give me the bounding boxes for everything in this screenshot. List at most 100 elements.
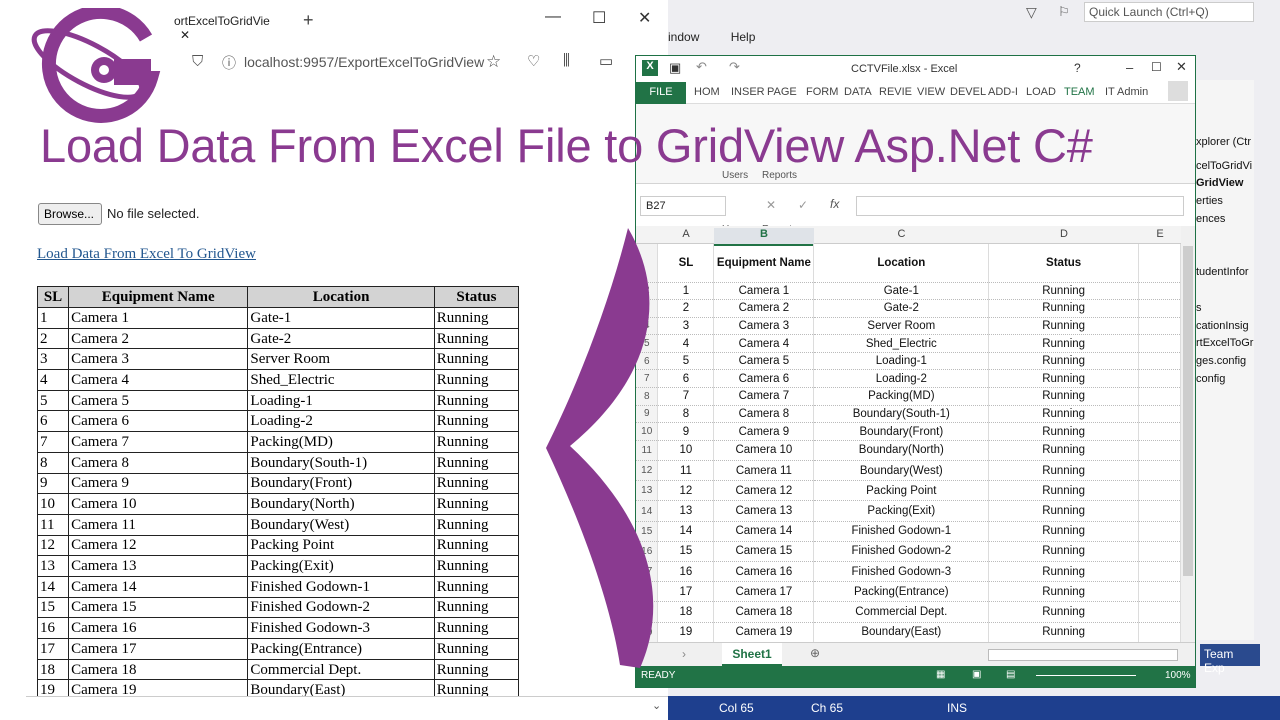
scrollbar-thumb[interactable] — [1183, 246, 1193, 576]
horizontal-scrollbar[interactable] — [988, 649, 1178, 661]
user-name[interactable]: IT Admin — [1105, 86, 1148, 98]
pocket-icon[interactable]: ♡ — [527, 52, 540, 70]
enter-icon[interactable]: ✓ — [798, 198, 808, 212]
worksheet-cell[interactable] — [1138, 480, 1181, 502]
worksheet-cell[interactable] — [1138, 541, 1181, 562]
worksheet-cell[interactable]: Boundary(Front) — [813, 422, 990, 441]
solution-item[interactable]: cationInsig — [1196, 320, 1249, 332]
menu-help[interactable]: Help — [731, 30, 756, 44]
worksheet-cell[interactable]: Running — [988, 480, 1140, 502]
worksheet-cell[interactable]: Camera 2 — [713, 299, 815, 318]
tab-home[interactable]: HOM — [694, 86, 720, 98]
worksheet-cell[interactable] — [1138, 282, 1181, 301]
worksheet-cell[interactable]: Camera 15 — [713, 541, 815, 562]
worksheet-cell[interactable] — [1138, 334, 1181, 353]
worksheet-cell[interactable]: Running — [988, 282, 1140, 301]
solution-explorer-search[interactable]: xplorer (Ctr — [1196, 136, 1251, 148]
worksheet-cell[interactable]: Finished Godown-1 — [813, 521, 990, 542]
sheet-nav-icon[interactable]: › — [682, 647, 686, 661]
worksheet-cell[interactable] — [1138, 500, 1181, 522]
worksheet-cell[interactable]: Running — [988, 500, 1140, 522]
tab-page[interactable]: PAGE — [767, 86, 797, 98]
solution-item[interactable]: config — [1196, 373, 1225, 385]
page-break-icon[interactable]: ▤ — [1006, 669, 1015, 680]
worksheet-cell[interactable]: Shed_Electric — [813, 334, 990, 353]
sheet-tab-sheet1[interactable]: Sheet1 — [722, 643, 782, 666]
solution-item[interactable]: s — [1196, 302, 1202, 314]
worksheet-cell[interactable] — [1138, 601, 1181, 623]
reader-view-icon[interactable]: ▭ — [599, 52, 613, 70]
filter-icon[interactable]: ▽ — [1026, 4, 1037, 21]
worksheet-cell[interactable] — [1138, 405, 1181, 424]
worksheet-cell[interactable]: Camera 13 — [713, 500, 815, 522]
worksheet-cell[interactable]: Boundary(North) — [813, 440, 990, 462]
insert-function-icon[interactable]: fx — [830, 197, 839, 211]
worksheet-cell[interactable]: Running — [988, 601, 1140, 623]
team-explorer-tab[interactable]: Team Exp — [1200, 644, 1260, 675]
worksheet-cell[interactable]: Gate-1 — [813, 282, 990, 301]
worksheet-cell[interactable] — [1138, 422, 1181, 441]
close-icon[interactable]: ✕ — [1176, 59, 1187, 75]
worksheet-cell[interactable]: Camera 16 — [713, 561, 815, 583]
worksheet-cell[interactable]: Boundary(West) — [813, 460, 990, 482]
feedback-icon[interactable]: ⚐ — [1058, 4, 1070, 20]
worksheet-cell[interactable]: Running — [988, 352, 1140, 371]
solution-item[interactable]: celToGridVi — [1196, 160, 1252, 172]
worksheet-cell[interactable]: Packing(Exit) — [813, 500, 990, 522]
worksheet-cell[interactable]: Camera 17 — [713, 581, 815, 603]
solution-item[interactable]: ges.config — [1196, 355, 1246, 367]
worksheet-cell[interactable]: Running — [988, 387, 1140, 406]
worksheet-cell[interactable]: Loading-1 — [813, 352, 990, 371]
worksheet-cell[interactable]: Packing Point — [813, 480, 990, 502]
worksheet-cell[interactable]: Camera 11 — [713, 460, 815, 482]
zoom-slider[interactable] — [1036, 675, 1136, 676]
worksheet-cell[interactable] — [1138, 581, 1181, 603]
worksheet-cell[interactable]: Camera 9 — [713, 422, 815, 441]
worksheet-cell[interactable] — [1138, 561, 1181, 583]
name-box[interactable]: B27 — [640, 196, 726, 216]
worksheet-cell[interactable] — [1138, 369, 1181, 389]
worksheet-cell[interactable] — [1138, 521, 1181, 542]
worksheet-cell[interactable]: Running — [988, 299, 1140, 318]
worksheet-cell[interactable]: Running — [988, 334, 1140, 353]
site-info-icon[interactable]: ⓘ — [222, 53, 236, 73]
shield-icon[interactable]: ⛉ — [192, 53, 203, 70]
formula-input[interactable] — [856, 196, 1184, 216]
worksheet-cell[interactable]: Running — [988, 422, 1140, 441]
help-icon[interactable]: ? — [1074, 61, 1081, 75]
column-header-e[interactable]: E — [1139, 228, 1181, 240]
tab-team[interactable]: TEAM — [1064, 86, 1095, 98]
worksheet-cell[interactable]: Camera 3 — [713, 317, 815, 336]
worksheet-cell[interactable]: Running — [988, 440, 1140, 462]
worksheet-cell[interactable]: Camera 1 — [713, 282, 815, 301]
worksheet-cell[interactable] — [1138, 460, 1181, 482]
worksheet-cell[interactable]: Camera 7 — [713, 387, 815, 406]
browse-button[interactable]: Browse... — [38, 203, 102, 225]
tab-insert[interactable]: INSER — [731, 86, 765, 98]
add-sheet-icon[interactable]: ⊕ — [810, 646, 820, 660]
column-header-d[interactable]: D — [989, 228, 1139, 240]
worksheet-cell[interactable]: Running — [988, 622, 1140, 642]
worksheet-cell[interactable]: Running — [988, 405, 1140, 424]
worksheet-cell[interactable] — [1138, 352, 1181, 371]
solution-item[interactable]: tudentInfor — [1196, 266, 1249, 278]
worksheet-cell[interactable]: Running — [988, 317, 1140, 336]
worksheet-cell[interactable]: Running — [988, 460, 1140, 482]
worksheet-cell[interactable]: Camera 10 — [713, 440, 815, 462]
cancel-icon[interactable]: ✕ — [766, 198, 776, 212]
normal-view-icon[interactable]: ▦ — [936, 669, 945, 680]
save-icon[interactable]: ▣ — [669, 60, 681, 76]
library-icon[interactable]: ⫼ — [563, 52, 570, 69]
tab-addins[interactable]: ADD-I — [988, 86, 1018, 98]
worksheet-cell[interactable]: Finished Godown-2 — [813, 541, 990, 562]
tab-data[interactable]: DATA — [844, 86, 872, 98]
worksheet-cell[interactable]: Camera 12 — [713, 480, 815, 502]
close-window-icon[interactable]: ✕ — [638, 8, 651, 28]
tab-file[interactable]: FILE — [636, 82, 686, 104]
close-tab-icon[interactable]: ✕ — [180, 28, 190, 42]
browser-tab[interactable]: ortExcelToGridVie ✕ — [166, 6, 294, 42]
scroll-down-icon[interactable]: ⌄ — [652, 699, 661, 712]
worksheet-cell[interactable]: Finished Godown-3 — [813, 561, 990, 583]
minimize-icon[interactable]: – — [1126, 60, 1133, 75]
menu-window[interactable]: indow — [668, 30, 699, 44]
